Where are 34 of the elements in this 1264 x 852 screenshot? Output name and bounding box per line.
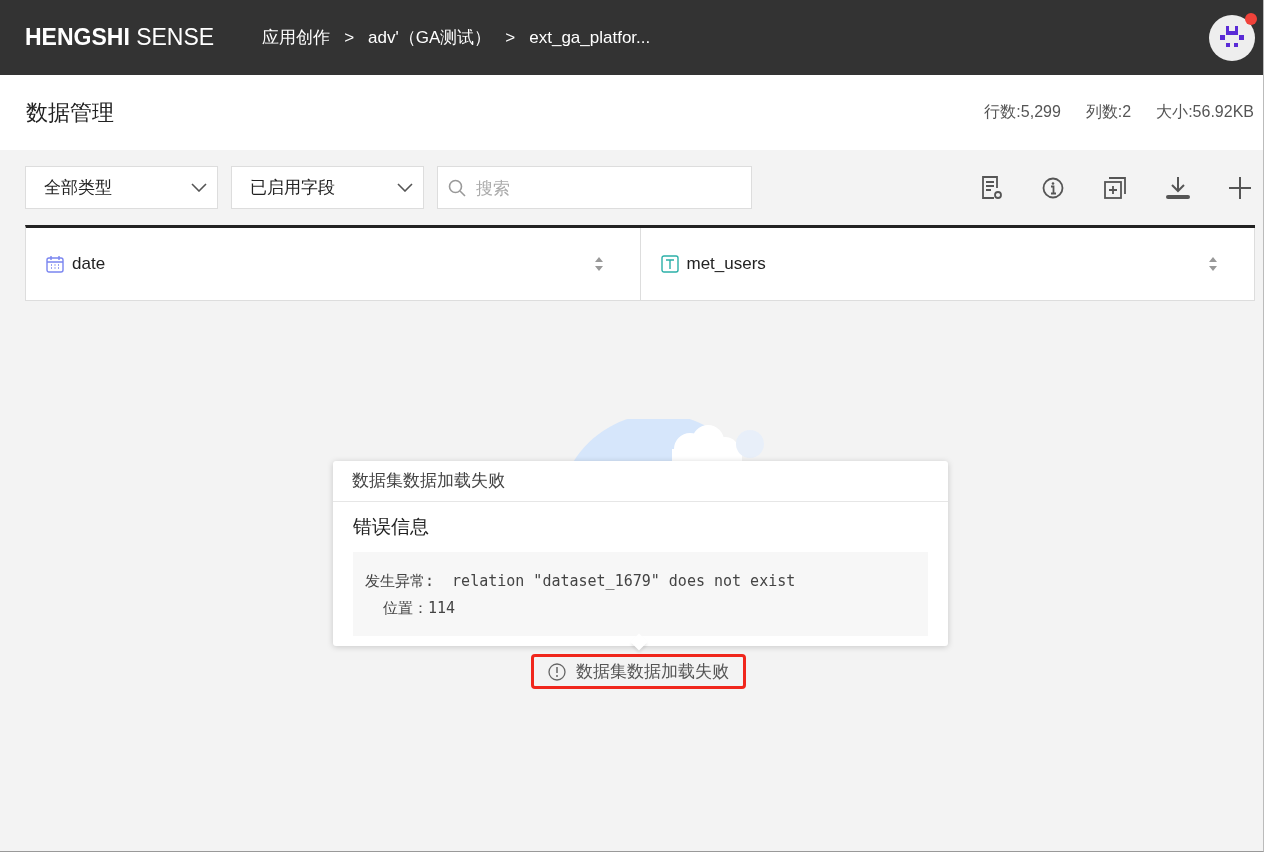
breadcrumb-link[interactable]: ext_ga_platfor... <box>529 27 651 48</box>
breadcrumb-separator: > <box>505 27 516 48</box>
breadcrumb-separator: > <box>344 27 355 48</box>
chevron-down-icon <box>397 183 413 192</box>
stat-text: 列数:2 <box>1085 102 1132 122</box>
stat-text: 行数:5,299 <box>984 102 1061 122</box>
breadcrumb-link[interactable]: 应用创作 <box>262 26 331 49</box>
stat-text: 大小:56.92KB <box>1156 102 1254 122</box>
sort-icon[interactable] <box>1208 256 1218 272</box>
chevron-down-icon <box>191 183 207 192</box>
avatar[interactable] <box>1209 14 1255 61</box>
add-copy-icon[interactable] <box>1103 175 1127 200</box>
column-name: date <box>72 254 107 274</box>
breadcrumb-link[interactable]: adv'（GA测试） <box>368 26 492 49</box>
calendar-icon <box>46 255 64 273</box>
plus-icon[interactable] <box>1229 176 1251 199</box>
filter-dropdown[interactable]: 已启用字段 <box>231 166 424 209</box>
page-title: 数据管理 <box>26 98 115 127</box>
text-type-icon <box>660 255 679 273</box>
error-heading: 错误信息 <box>353 515 430 539</box>
search-field[interactable]: 搜索 <box>437 166 752 209</box>
warning-icon <box>548 662 566 681</box>
error-message: 发生异常: relation "dataset_1679" does not exist 位置：114 <box>353 552 928 636</box>
info-icon[interactable] <box>1042 176 1064 199</box>
popover-title: 数据集数据加载失败 <box>333 461 948 502</box>
column-name: met_users <box>686 254 767 274</box>
error-status-text: 数据集数据加载失败 <box>576 661 729 683</box>
logo: HENGSHI SENSE <box>25 24 215 51</box>
error-status[interactable]: 数据集数据加载失败 <box>531 654 746 689</box>
sort-icon[interactable] <box>593 256 604 272</box>
download-icon[interactable] <box>1166 175 1190 200</box>
document-settings-icon[interactable] <box>981 175 1003 200</box>
filter-dropdown[interactable]: 全部类型 <box>25 166 218 209</box>
pixel-robot-icon <box>1219 25 1245 50</box>
